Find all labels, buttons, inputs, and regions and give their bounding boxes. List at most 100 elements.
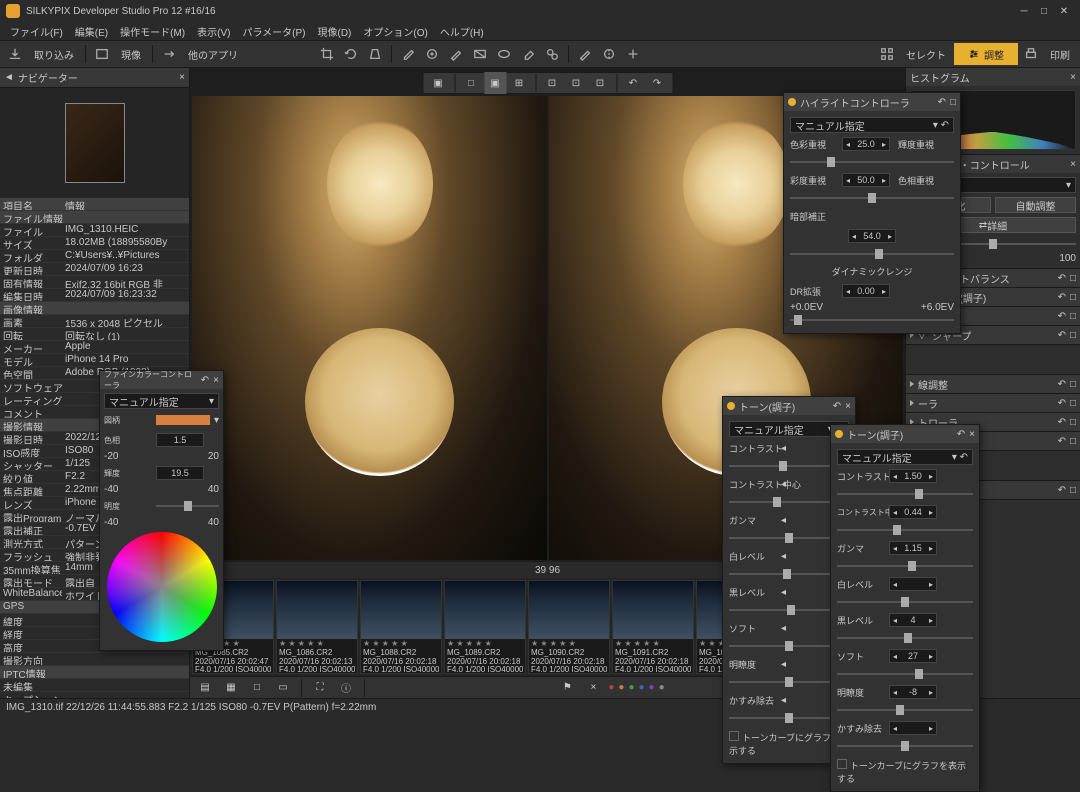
zoom-3-icon[interactable]: ⊡: [589, 72, 611, 94]
redo-icon[interactable]: ↷: [646, 72, 668, 94]
thumbnail-item[interactable]: ★ ★ ★ ★ ★MG_1091.CR22020/07/16 20:02:18F…: [612, 580, 694, 674]
grid-view-icon[interactable]: ⊞: [508, 72, 530, 94]
collapse-icon[interactable]: ◄: [4, 72, 14, 83]
sat-slider[interactable]: [790, 191, 954, 205]
curve-checkbox[interactable]: [837, 759, 847, 769]
tone-panel-2[interactable]: トーン(調子)↶× マニュアル指定▾ ↶ コントラスト◂1.50▸ コントラスト…: [830, 424, 980, 792]
fine-mode-dropdown[interactable]: マニュアル指定▾: [104, 393, 219, 409]
thumbnail-item[interactable]: ★ ★ ★ ★ ★MG_1090.CR22020/07/16 20:02:18F…: [528, 580, 610, 674]
reset-icon[interactable]: ↶: [201, 375, 209, 386]
develop-button[interactable]: 現像: [115, 47, 147, 62]
sat-spinner[interactable]: ◂50.0▸: [842, 173, 890, 187]
fullscreen-icon[interactable]: ⛶: [309, 677, 331, 699]
compare-view-icon[interactable]: ▣: [484, 72, 506, 94]
menu-view[interactable]: 表示(V): [193, 24, 234, 39]
export-icon[interactable]: [158, 43, 180, 65]
close-button[interactable]: ✕: [1054, 6, 1074, 17]
close-icon[interactable]: ×: [213, 375, 219, 386]
label-blue-icon[interactable]: ●: [639, 682, 645, 693]
label-gray-icon[interactable]: ●: [659, 682, 665, 693]
color-slider[interactable]: [790, 155, 954, 169]
fit-icon[interactable]: ▣: [427, 72, 449, 94]
close-icon[interactable]: □: [950, 97, 956, 108]
highlight-mode-dropdown[interactable]: マニュアル指定▾ ↶: [790, 117, 954, 133]
dr-spinner[interactable]: ◂0.00▸: [842, 284, 890, 298]
pen-icon[interactable]: [574, 43, 596, 65]
eyedrop-icon[interactable]: [397, 43, 419, 65]
perspective-icon[interactable]: [364, 43, 386, 65]
close-icon[interactable]: ×: [845, 401, 851, 412]
reset-icon[interactable]: ↶: [957, 429, 965, 440]
label-orange-icon[interactable]: ●: [618, 682, 624, 693]
print-icon[interactable]: [1020, 43, 1042, 65]
import-icon[interactable]: [4, 43, 26, 65]
panel-close-icon[interactable]: ×: [179, 72, 185, 83]
color-spinner[interactable]: ◂25.0▸: [842, 137, 890, 151]
curve-checkbox[interactable]: [729, 731, 739, 741]
zoom-1-icon[interactable]: ⊡: [541, 72, 563, 94]
shadow-spinner[interactable]: ◂54.0▸: [848, 229, 896, 243]
reset-icon[interactable]: ↶: [938, 97, 946, 108]
layout-icon[interactable]: ▤: [194, 677, 216, 699]
other-app-button[interactable]: 他のアプリ: [182, 47, 244, 62]
clarity-spinner[interactable]: ◂-8▸: [889, 685, 937, 699]
erase-icon[interactable]: [517, 43, 539, 65]
thumbnail-item[interactable]: ★ ★ ★ ★ ★MG_1086.CR22020/07/16 20:02:13F…: [276, 580, 358, 674]
color-wheel[interactable]: [107, 532, 217, 642]
maximize-button[interactable]: □: [1034, 6, 1054, 17]
minimize-button[interactable]: ─: [1014, 6, 1034, 17]
single-view-icon[interactable]: □: [460, 72, 482, 94]
label-purple-icon[interactable]: ●: [649, 682, 655, 693]
dr-slider[interactable]: [790, 313, 954, 327]
spot-icon[interactable]: [421, 43, 443, 65]
zoom-2-icon[interactable]: ⊡: [565, 72, 587, 94]
layout2-icon[interactable]: ▦: [220, 677, 242, 699]
black-spinner[interactable]: ◂4▸: [889, 613, 937, 627]
label-green-icon[interactable]: ●: [628, 682, 634, 693]
highlight-panel[interactable]: ハイライトコントローラ↶□ マニュアル指定▾ ↶ 色彩重視◂25.0▸輝度重視 …: [783, 92, 961, 334]
radial-icon[interactable]: [493, 43, 515, 65]
thumbnail-item[interactable]: ★ ★ ★ ★ ★MG_1088.CR22020/07/16 20:02:18F…: [360, 580, 442, 674]
shadow-slider[interactable]: [790, 247, 954, 261]
auto-button[interactable]: 自動調整: [995, 197, 1076, 213]
navigator-preview[interactable]: [0, 88, 189, 198]
flag-icon[interactable]: ⚑: [556, 677, 578, 699]
fine-color-panel[interactable]: ファインカラーコントローラ↶× マニュアル指定▾ 図柄▾ 色相1.5 -2020…: [99, 370, 224, 651]
rotate-icon[interactable]: [340, 43, 362, 65]
select-mode-button[interactable]: セレクト: [900, 47, 952, 62]
tone2-mode-dropdown[interactable]: マニュアル指定▾ ↶: [837, 449, 973, 465]
develop-icon[interactable]: [91, 43, 113, 65]
menu-file[interactable]: ファイル(F): [6, 24, 67, 39]
menu-option[interactable]: オプション(O): [359, 24, 431, 39]
trash-icon[interactable]: ×: [582, 677, 604, 699]
info-icon[interactable]: ⓘ: [335, 677, 357, 699]
dehaze-spinner[interactable]: ◂▸: [889, 721, 937, 735]
undo-icon[interactable]: ↶: [622, 72, 644, 94]
print-button[interactable]: 印刷: [1044, 47, 1076, 62]
cc-spinner[interactable]: ◂0.44▸: [889, 505, 937, 519]
layout3-icon[interactable]: □: [246, 677, 268, 699]
histogram-header[interactable]: ヒストグラム×: [906, 68, 1080, 86]
line-header[interactable]: 線調整↶□: [906, 375, 1080, 393]
import-button[interactable]: 取り込み: [28, 47, 80, 62]
gamma-spinner[interactable]: ◂1.15▸: [889, 541, 937, 555]
gradient-icon[interactable]: [469, 43, 491, 65]
brush-icon[interactable]: [445, 43, 467, 65]
menu-develop[interactable]: 現像(D): [314, 24, 356, 39]
reset-icon[interactable]: ↶: [833, 401, 841, 412]
menu-param[interactable]: パラメータ(P): [238, 24, 309, 39]
contrast-spinner[interactable]: ◂1.50▸: [889, 469, 937, 483]
crop-icon[interactable]: [316, 43, 338, 65]
menu-edit[interactable]: 編集(E): [71, 24, 112, 39]
mask-icon[interactable]: [598, 43, 620, 65]
ctrl-header[interactable]: ーラ↶□: [906, 394, 1080, 412]
soft-spinner[interactable]: ◂27▸: [889, 649, 937, 663]
close-icon[interactable]: ×: [969, 429, 975, 440]
menu-mode[interactable]: 操作モード(M): [116, 24, 189, 39]
hue-spinner[interactable]: 1.5: [156, 433, 204, 447]
white-spinner[interactable]: ◂▸: [889, 577, 937, 591]
select-mode-icon[interactable]: [876, 43, 898, 65]
layout4-icon[interactable]: ▭: [272, 677, 294, 699]
menu-help[interactable]: ヘルプ(H): [436, 24, 488, 39]
lum-spinner[interactable]: 19.5: [156, 466, 204, 480]
